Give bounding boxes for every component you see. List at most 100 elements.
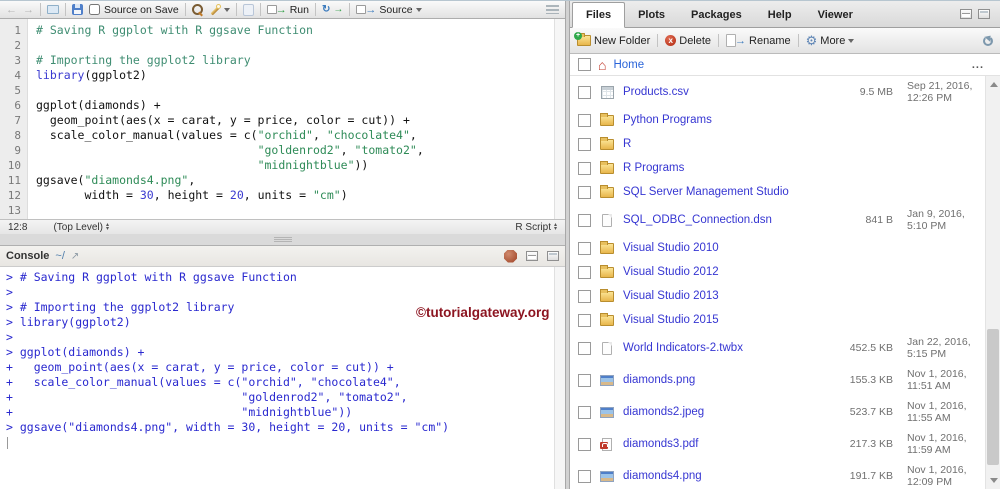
compile-notebook-button[interactable]	[242, 3, 254, 16]
source-on-save-checkbox[interactable]	[89, 4, 100, 15]
rerun-button[interactable]: ↻ →	[322, 4, 343, 15]
console-scrollbar[interactable]	[554, 267, 565, 489]
maximize-button[interactable]	[547, 251, 559, 261]
source-on-save-toggle[interactable]: Source on Save	[89, 4, 179, 16]
breadcrumb-home-link[interactable]: Home	[613, 59, 644, 71]
file-link[interactable]: SQL_ODBC_Connection.dsn	[623, 214, 839, 226]
file-checkbox[interactable]	[578, 137, 591, 151]
popout-button[interactable]	[47, 5, 59, 14]
file-checkbox[interactable]	[578, 437, 591, 451]
file-link[interactable]: diamonds4.png	[623, 470, 839, 482]
console-line: + "midnightblue"))	[6, 405, 353, 419]
tab-packages[interactable]: Packages	[678, 3, 755, 27]
file-link[interactable]: R	[623, 138, 839, 150]
file-row[interactable]: Visual Studio 2010	[570, 236, 985, 260]
select-all-checkbox[interactable]	[578, 58, 591, 71]
separator	[314, 3, 316, 16]
code-tools-button[interactable]	[209, 3, 230, 16]
file-checkbox[interactable]	[578, 85, 591, 99]
file-checkbox[interactable]	[578, 185, 591, 199]
file-link[interactable]: Visual Studio 2013	[623, 290, 839, 302]
line-number: 11	[7, 174, 21, 187]
console-body[interactable]: > # Saving R ggplot with R ggsave Functi…	[0, 267, 565, 489]
file-row[interactable]: R Programs	[570, 156, 985, 180]
scroll-down-icon[interactable]	[990, 478, 998, 483]
code-line: ggsave("diamonds4.png",	[36, 173, 196, 187]
file-row[interactable]: Visual Studio 2012	[570, 260, 985, 284]
file-checkbox[interactable]	[578, 341, 591, 355]
delete-button[interactable]: x Delete	[665, 35, 711, 47]
file-checkbox[interactable]	[578, 289, 591, 303]
tab-plots[interactable]: Plots	[625, 3, 678, 27]
rename-button[interactable]: → Rename	[726, 34, 791, 47]
new-folder-button[interactable]: + New Folder	[574, 32, 650, 47]
minimize-button[interactable]	[526, 251, 538, 261]
file-checkbox[interactable]	[578, 213, 591, 227]
file-row[interactable]: Python Programs	[570, 108, 985, 132]
tab-files[interactable]: Files	[572, 2, 626, 28]
file-checkbox[interactable]	[578, 313, 591, 327]
file-row[interactable]: SQL_ODBC_Connection.dsn 841 B Jan 9, 2016,…	[570, 204, 985, 236]
scope-selector[interactable]: (Top Level) ▴ ▾	[53, 222, 108, 233]
refresh-icon[interactable]	[983, 35, 993, 46]
file-size: 841 B	[865, 214, 893, 226]
file-link[interactable]: Visual Studio 2010	[623, 242, 839, 254]
maximize-button[interactable]	[978, 9, 990, 19]
file-link[interactable]: Products.csv	[623, 86, 839, 98]
file-link[interactable]: Visual Studio 2015	[623, 314, 839, 326]
file-checkbox[interactable]	[578, 113, 591, 127]
document-outline-icon[interactable]	[546, 5, 559, 14]
file-link[interactable]: diamonds2.jpeg	[623, 406, 839, 418]
files-scrollbar[interactable]	[985, 76, 1000, 489]
file-checkbox[interactable]	[578, 469, 591, 483]
file-icon	[602, 341, 612, 355]
file-link[interactable]: Python Programs	[623, 114, 839, 126]
save-button[interactable]	[72, 4, 83, 15]
pane-splitter[interactable]	[0, 234, 565, 245]
file-row[interactable]: World Indicators-2.twbx 452.5 KB Jan 22, 2…	[570, 332, 985, 364]
file-checkbox[interactable]	[578, 405, 591, 419]
tab-viewer[interactable]: Viewer	[805, 3, 866, 27]
source-editor[interactable]: 1 2 3 4 5 6 7 8 9 10 11 12 13 # Saving R ggplot with…	[0, 19, 565, 219]
file-checkbox[interactable]	[578, 373, 591, 387]
editor-gutter: 1 2 3 4 5 6 7 8 9 10 11 12 13	[0, 19, 28, 219]
file-row[interactable]: Products.csv 9.5 MB Sep 21, 2016, 12:26 PM	[570, 76, 985, 108]
stop-icon[interactable]	[504, 249, 517, 263]
file-link[interactable]: R Programs	[623, 162, 839, 174]
minimize-button[interactable]	[960, 9, 972, 19]
tab-help[interactable]: Help	[755, 3, 805, 27]
console-line: + scale_color_manual(values = c("orchid"…	[6, 375, 401, 389]
file-link[interactable]: Visual Studio 2012	[623, 266, 839, 278]
file-row[interactable]: R	[570, 132, 985, 156]
file-link[interactable]: World Indicators-2.twbx	[623, 342, 839, 354]
editor-scrollbar[interactable]	[554, 19, 565, 219]
file-link[interactable]: diamonds3.pdf	[623, 438, 839, 450]
file-row[interactable]: Visual Studio 2015	[570, 308, 985, 332]
file-checkbox[interactable]	[578, 241, 591, 255]
path-ellipsis-button[interactable]: ...	[972, 59, 992, 71]
file-row[interactable]: SQL Server Management Studio	[570, 180, 985, 204]
file-row[interactable]: diamonds4.png 191.7 KB Nov 1, 2016, 12:09 …	[570, 460, 985, 489]
file-link[interactable]: diamonds.png	[623, 374, 839, 386]
file-row[interactable]: diamonds2.jpeg 523.7 KB Nov 1, 2016, 11:55…	[570, 396, 985, 428]
goto-directory-icon[interactable]: ↗	[71, 251, 79, 262]
file-row[interactable]: diamonds.png 155.3 KB Nov 1, 2016, 11:51 A…	[570, 364, 985, 396]
file-checkbox[interactable]	[578, 265, 591, 279]
back-button[interactable]: ←	[6, 4, 17, 16]
file-checkbox[interactable]	[578, 161, 591, 175]
separator	[718, 34, 720, 47]
find-button[interactable]	[191, 4, 203, 15]
image-icon	[600, 406, 614, 418]
line-number: 8	[14, 129, 21, 142]
file-link[interactable]: SQL Server Management Studio	[623, 186, 839, 198]
editor-code[interactable]: # Saving R ggplot with R ggsave Function…	[28, 19, 565, 219]
more-button[interactable]: ⚙ More	[806, 34, 855, 47]
file-row[interactable]: diamonds3.pdf 217.3 KB Nov 1, 2016, 11:59 …	[570, 428, 985, 460]
scrollbar-thumb[interactable]	[987, 329, 999, 465]
source-button[interactable]: → Source	[356, 4, 422, 16]
scroll-up-icon[interactable]	[990, 82, 998, 87]
forward-button[interactable]: →	[23, 4, 34, 16]
filetype-selector[interactable]: R Script ▴ ▾	[515, 222, 557, 233]
run-button[interactable]: → Run	[266, 4, 309, 16]
file-row[interactable]: Visual Studio 2013	[570, 284, 985, 308]
